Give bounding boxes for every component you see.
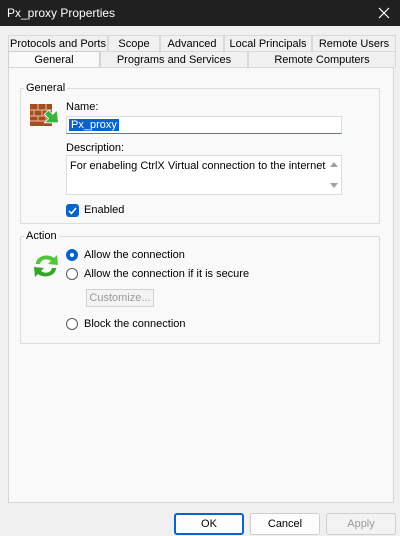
allow-if-secure-radio[interactable] [66,268,78,280]
cancel-button[interactable]: Cancel [250,513,320,535]
ok-button[interactable]: OK [174,513,244,535]
scroll-down-icon[interactable] [330,183,338,189]
apply-button[interactable]: Apply [326,513,396,535]
allow-connection-radio[interactable] [66,249,78,261]
title-bar: Px_proxy Properties [0,0,400,26]
customize-button[interactable]: Customize... [86,289,154,307]
tab-local-principals[interactable]: Local Principals [224,35,312,51]
tab-remote-computers[interactable]: Remote Computers [248,51,396,68]
tab-protocols-and-ports[interactable]: Protocols and Ports [8,35,108,51]
tab-general[interactable]: General [8,51,100,68]
refresh-arrows-icon [34,255,58,277]
block-connection-radio[interactable] [66,318,78,330]
close-button[interactable] [368,0,400,26]
general-group-label: General [24,82,68,94]
tab-scope[interactable]: Scope [108,35,160,51]
allow-connection-label[interactable]: Allow the connection [84,249,185,261]
checkmark-icon [68,207,77,215]
enabled-checkbox[interactable] [66,204,79,217]
tab-remote-users[interactable]: Remote Users [312,35,396,51]
description-field[interactable]: For enabeling CtrlX Virtual connection t… [66,155,342,195]
tab-programs-and-services[interactable]: Programs and Services [100,51,248,68]
description-field-value: For enabeling CtrlX Virtual connection t… [70,160,326,172]
allow-if-secure-label[interactable]: Allow the connection if it is secure [84,268,249,280]
firewall-icon [30,104,59,126]
name-field-value: Px_proxy [69,119,119,131]
name-label: Name: [66,101,99,113]
description-scrollbar[interactable] [327,156,341,194]
action-group-label: Action [24,230,59,242]
enabled-label[interactable]: Enabled [84,204,124,216]
name-field[interactable]: Px_proxy [66,116,342,134]
description-label: Description: [66,142,125,154]
block-connection-label[interactable]: Block the connection [84,318,186,330]
tab-advanced[interactable]: Advanced [160,35,224,51]
scroll-up-icon[interactable] [330,161,338,167]
close-icon [378,7,390,19]
window-title: Px_proxy Properties [7,6,116,20]
